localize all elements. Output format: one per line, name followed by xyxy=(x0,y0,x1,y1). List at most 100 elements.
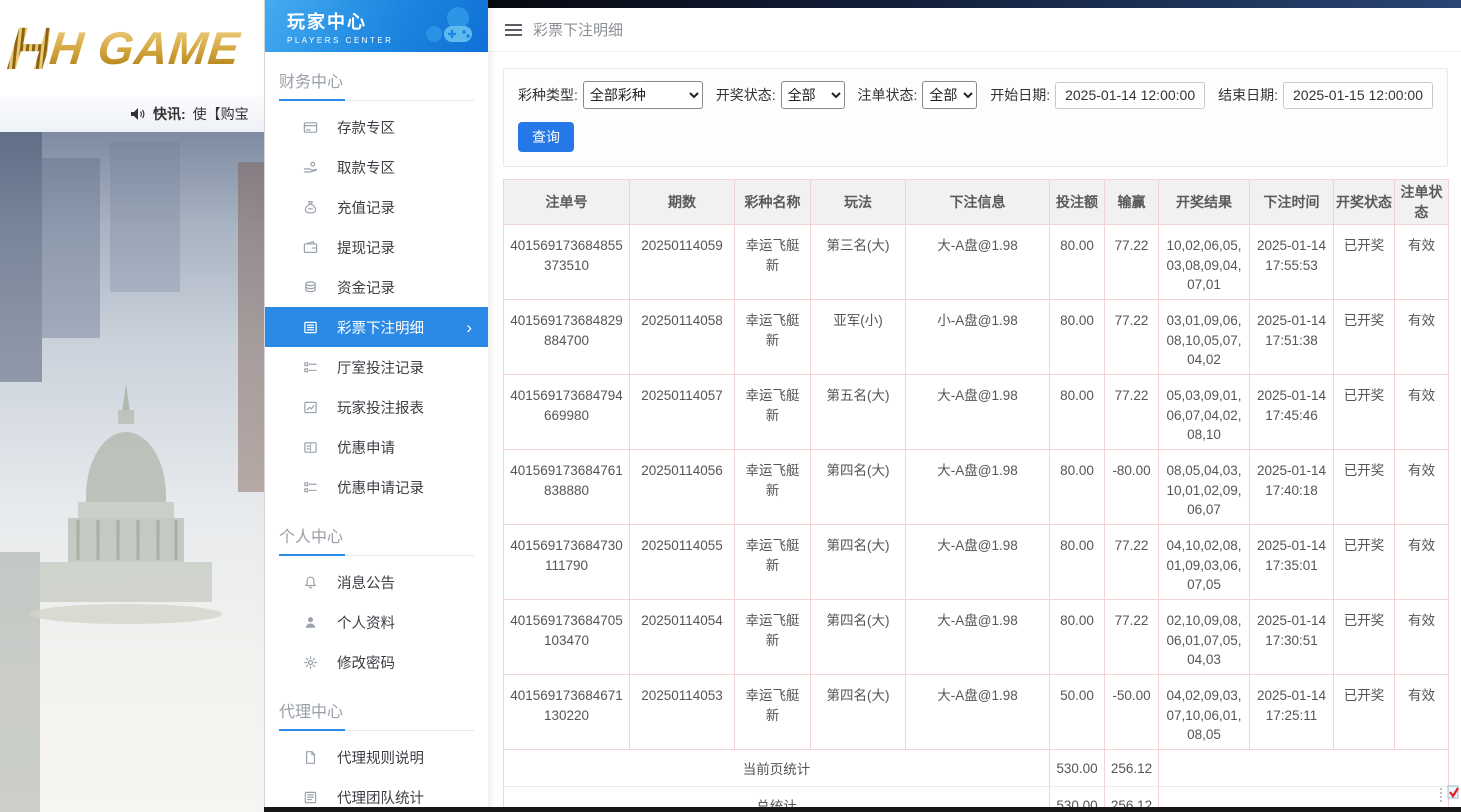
cell-win_loss: -80.00 xyxy=(1105,450,1159,525)
hall-bet-list-icon xyxy=(303,360,318,375)
left-background-region: H H GAME 快讯: 使【购宝 xyxy=(0,0,264,812)
section-divider xyxy=(279,555,474,556)
sidebar-item-label: 取款专区 xyxy=(337,157,395,178)
bet-detail-table: 注单号期数彩种名称玩法下注信息投注额输赢开奖结果下注时间开奖状态注单状态 401… xyxy=(503,179,1449,812)
column-header-draw_status: 开奖状态 xyxy=(1334,180,1395,225)
cell-draw_status: 已开奖 xyxy=(1334,300,1395,375)
cell-order_id: 401569173684855373510 xyxy=(504,225,630,300)
cell-draw_status: 已开奖 xyxy=(1334,675,1395,750)
summary-bet-amount: 530.00 xyxy=(1050,750,1105,787)
deposit-card-icon xyxy=(303,120,318,135)
cell-win_loss: -50.00 xyxy=(1105,675,1159,750)
search-button[interactable]: 查询 xyxy=(518,122,574,152)
page-header: 彩票下注明细 xyxy=(488,8,1461,52)
column-header-period: 期数 xyxy=(630,180,735,225)
summary-win-loss: 256.12 xyxy=(1105,750,1159,787)
capitol-dome-illustration xyxy=(28,378,224,628)
cell-bet_amount: 80.00 xyxy=(1050,525,1105,600)
sidebar-item-label: 优惠申请 xyxy=(337,437,395,458)
cell-period: 20250114059 xyxy=(630,225,735,300)
sidebar-item-label: 厅室投注记录 xyxy=(337,357,424,378)
table-row: 40156917368479466998020250114057幸运飞艇新第五名… xyxy=(504,375,1449,450)
cell-draw_result: 10,02,06,05,03,08,09,04,07,01 xyxy=(1159,225,1250,300)
cell-lottery_name: 幸运飞艇新 xyxy=(735,225,811,300)
sidebar-item-消息公告[interactable]: 消息公告› xyxy=(265,562,488,602)
cell-win_loss: 77.22 xyxy=(1105,375,1159,450)
cell-play: 第四名(大) xyxy=(811,600,906,675)
sidebar-item-代理规则说明[interactable]: 代理规则说明› xyxy=(265,737,488,777)
capitol-photo-backdrop xyxy=(0,132,264,812)
sidebar-item-取款专区[interactable]: 取款专区› xyxy=(265,147,488,187)
sidebar-item-厅室投注记录[interactable]: 厅室投注记录› xyxy=(265,347,488,387)
cell-order_id: 401569173684705103470 xyxy=(504,600,630,675)
sidebar-item-优惠申请[interactable]: 优惠申请› xyxy=(265,427,488,467)
section-divider xyxy=(279,730,474,731)
cell-lottery_name: 幸运飞艇新 xyxy=(735,600,811,675)
withdraw-hand-icon xyxy=(303,160,318,175)
summary-empty xyxy=(1159,750,1449,787)
sidebar-item-优惠申请记录[interactable]: 优惠申请记录› xyxy=(265,467,488,507)
cell-bet_time: 2025-01-14 17:40:18 xyxy=(1250,450,1334,525)
order-status-select[interactable]: 全部 xyxy=(922,81,977,109)
table-header-row: 注单号期数彩种名称玩法下注信息投注额输赢开奖结果下注时间开奖状态注单状态 xyxy=(504,180,1449,225)
hamburger-menu-icon[interactable] xyxy=(505,24,522,36)
cell-bet_time: 2025-01-14 17:51:38 xyxy=(1250,300,1334,375)
cell-bet_time: 2025-01-14 17:45:46 xyxy=(1250,375,1334,450)
cell-bet_info: 大-A盘@1.98 xyxy=(906,675,1050,750)
start-date-label: 开始日期: xyxy=(990,85,1050,105)
column-header-bet_info: 下注信息 xyxy=(906,180,1050,225)
cell-period: 20250114058 xyxy=(630,300,735,375)
withdraw-record-wallet-icon xyxy=(303,240,318,255)
column-header-play: 玩法 xyxy=(811,180,906,225)
cell-bet_amount: 80.00 xyxy=(1050,300,1105,375)
password-gear-icon xyxy=(303,655,318,670)
cell-bet_info: 大-A盘@1.98 xyxy=(906,450,1050,525)
cell-order_status: 有效 xyxy=(1395,450,1449,525)
sidebar-item-个人资料[interactable]: 个人资料› xyxy=(265,602,488,642)
news-ticker: 快讯: 使【购宝 xyxy=(0,96,264,132)
player-report-chart-icon xyxy=(303,400,318,415)
cell-order_id: 401569173684794669980 xyxy=(504,375,630,450)
start-date-input[interactable] xyxy=(1055,82,1205,109)
column-header-order_id: 注单号 xyxy=(504,180,630,225)
cell-lottery_name: 幸运飞艇新 xyxy=(735,300,811,375)
column-header-order_status: 注单状态 xyxy=(1395,180,1449,225)
sidebar-item-充值记录[interactable]: 充值记录› xyxy=(265,187,488,227)
end-date-input[interactable] xyxy=(1283,82,1433,109)
cell-win_loss: 77.22 xyxy=(1105,600,1159,675)
sidebar-header: 玩家中心 PLAYERS CENTER xyxy=(265,0,488,52)
cell-play: 第四名(大) xyxy=(811,450,906,525)
draw-status-select[interactable]: 全部 xyxy=(781,81,845,109)
sidebar-item-存款专区[interactable]: 存款专区› xyxy=(265,107,488,147)
cell-period: 20250114057 xyxy=(630,375,735,450)
sidebar-item-玩家投注报表[interactable]: 玩家投注报表› xyxy=(265,387,488,427)
building-silhouette xyxy=(238,162,264,492)
cell-draw_result: 03,01,09,06,08,10,05,07,04,02 xyxy=(1159,300,1250,375)
cell-bet_info: 大-A盘@1.98 xyxy=(906,375,1050,450)
section-label: 财务中心 xyxy=(279,68,488,92)
cell-order_status: 有效 xyxy=(1395,225,1449,300)
sidebar-item-label: 消息公告 xyxy=(337,572,395,593)
sidebar-item-label: 优惠申请记录 xyxy=(337,477,424,498)
sidebar-item-修改密码[interactable]: 修改密码› xyxy=(265,642,488,682)
cell-bet_info: 大-A盘@1.98 xyxy=(906,600,1050,675)
table-row: 40156917368485537351020250114059幸运飞艇新第三名… xyxy=(504,225,1449,300)
cell-bet_info: 大-A盘@1.98 xyxy=(906,225,1050,300)
lottery-type-select[interactable]: 全部彩种 xyxy=(583,81,703,109)
sidebar-item-提现记录[interactable]: 提现记录› xyxy=(265,227,488,267)
filter-panel: 彩种类型: 全部彩种 开奖状态: 全部 注单状态: 全部 开始日期: 结束日期:… xyxy=(503,68,1448,167)
cell-win_loss: 77.22 xyxy=(1105,225,1159,300)
cell-order_status: 有效 xyxy=(1395,600,1449,675)
cell-draw_result: 05,03,09,01,06,07,04,02,08,10 xyxy=(1159,375,1250,450)
cell-order_status: 有效 xyxy=(1395,675,1449,750)
table-row: 40156917368467113022020250114053幸运飞艇新第四名… xyxy=(504,675,1449,750)
cell-draw_status: 已开奖 xyxy=(1334,525,1395,600)
sidebar-item-label: 玩家投注报表 xyxy=(337,397,424,418)
cell-draw_result: 08,05,04,03,10,01,02,09,06,07 xyxy=(1159,450,1250,525)
profile-user-icon xyxy=(303,615,318,630)
sidebar-item-资金记录[interactable]: 资金记录› xyxy=(265,267,488,307)
cell-bet_time: 2025-01-14 17:35:01 xyxy=(1250,525,1334,600)
cell-play: 亚军(小) xyxy=(811,300,906,375)
cell-draw_result: 04,02,09,03,07,10,06,01,08,05 xyxy=(1159,675,1250,750)
sidebar-item-彩票下注明细[interactable]: 彩票下注明细› xyxy=(265,307,488,347)
